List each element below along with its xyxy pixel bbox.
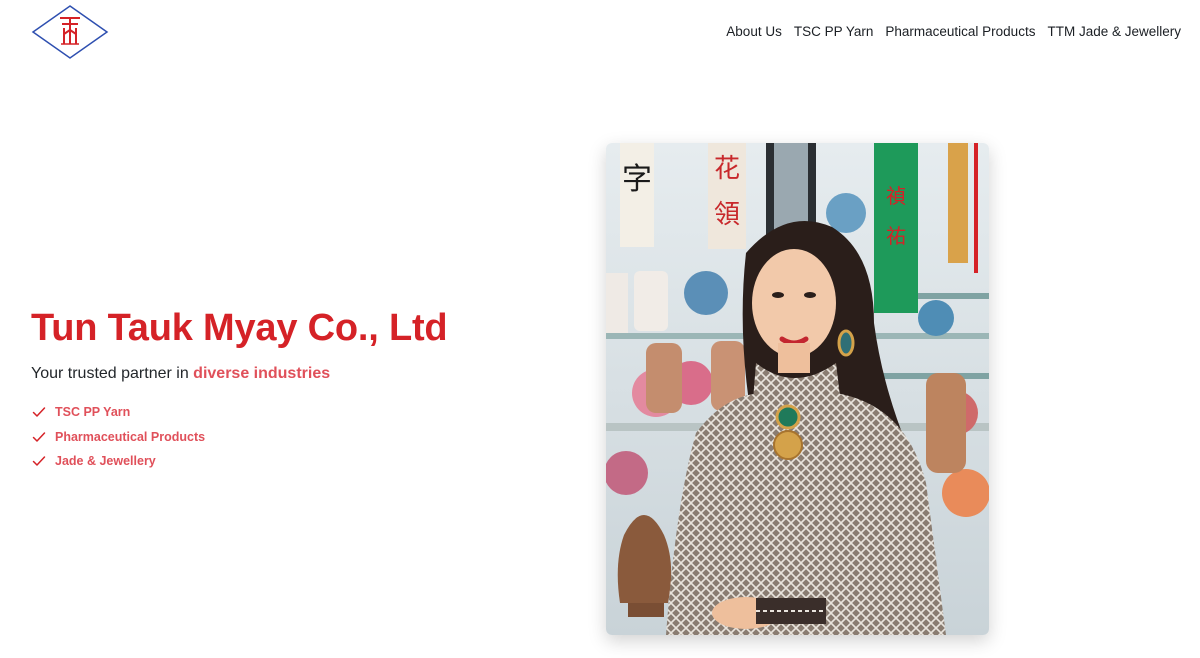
hero-subtitle-prefix: Your trusted partner in: [31, 365, 194, 382]
feature-item: Pharmaceutical Products: [31, 425, 551, 450]
nav-pharmaceutical-products[interactable]: Pharmaceutical Products: [885, 22, 1035, 42]
hero-subtitle-accent: diverse industries: [193, 365, 331, 382]
feature-list: TSC PP Yarn Pharmaceutical Products Jade…: [31, 400, 551, 474]
feature-item: TSC PP Yarn: [31, 400, 551, 425]
svg-text:領: 領: [714, 200, 740, 230]
site-header: About Us TSC PP Yarn Pharmaceutical Prod…: [0, 0, 1200, 64]
svg-text:禎: 禎: [886, 184, 906, 208]
check-icon: [32, 432, 46, 442]
hero-section: Tun Tauk Myay Co., Ltd Your trusted part…: [31, 306, 551, 474]
hero-subtitle: Your trusted partner in diverse industri…: [31, 364, 551, 384]
check-icon: [32, 456, 46, 466]
company-logo[interactable]: [31, 4, 109, 60]
feature-label: Pharmaceutical Products: [55, 429, 206, 444]
feature-label: Jade & Jewellery: [55, 454, 156, 469]
svg-text:花: 花: [714, 154, 740, 184]
feature-label: TSC PP Yarn: [55, 405, 131, 420]
nav-ttm-jade-jewellery[interactable]: TTM Jade & Jewellery: [1047, 22, 1181, 42]
feature-item: Jade & Jewellery: [31, 449, 551, 474]
main-nav: About Us TSC PP Yarn Pharmaceutical Prod…: [726, 22, 1181, 42]
svg-text:祐: 祐: [886, 224, 906, 248]
svg-text:字: 字: [622, 162, 652, 197]
nav-about-us[interactable]: About Us: [726, 22, 782, 42]
hero-image: 字 花 領 禎 祐: [606, 143, 989, 635]
nav-tsc-pp-yarn[interactable]: TSC PP Yarn: [794, 22, 874, 42]
check-icon: [32, 407, 46, 417]
hero-title: Tun Tauk Myay Co., Ltd: [31, 307, 448, 349]
portrait-photo-icon: 字 花 領 禎 祐: [606, 143, 989, 635]
logo-icon: [31, 5, 109, 59]
